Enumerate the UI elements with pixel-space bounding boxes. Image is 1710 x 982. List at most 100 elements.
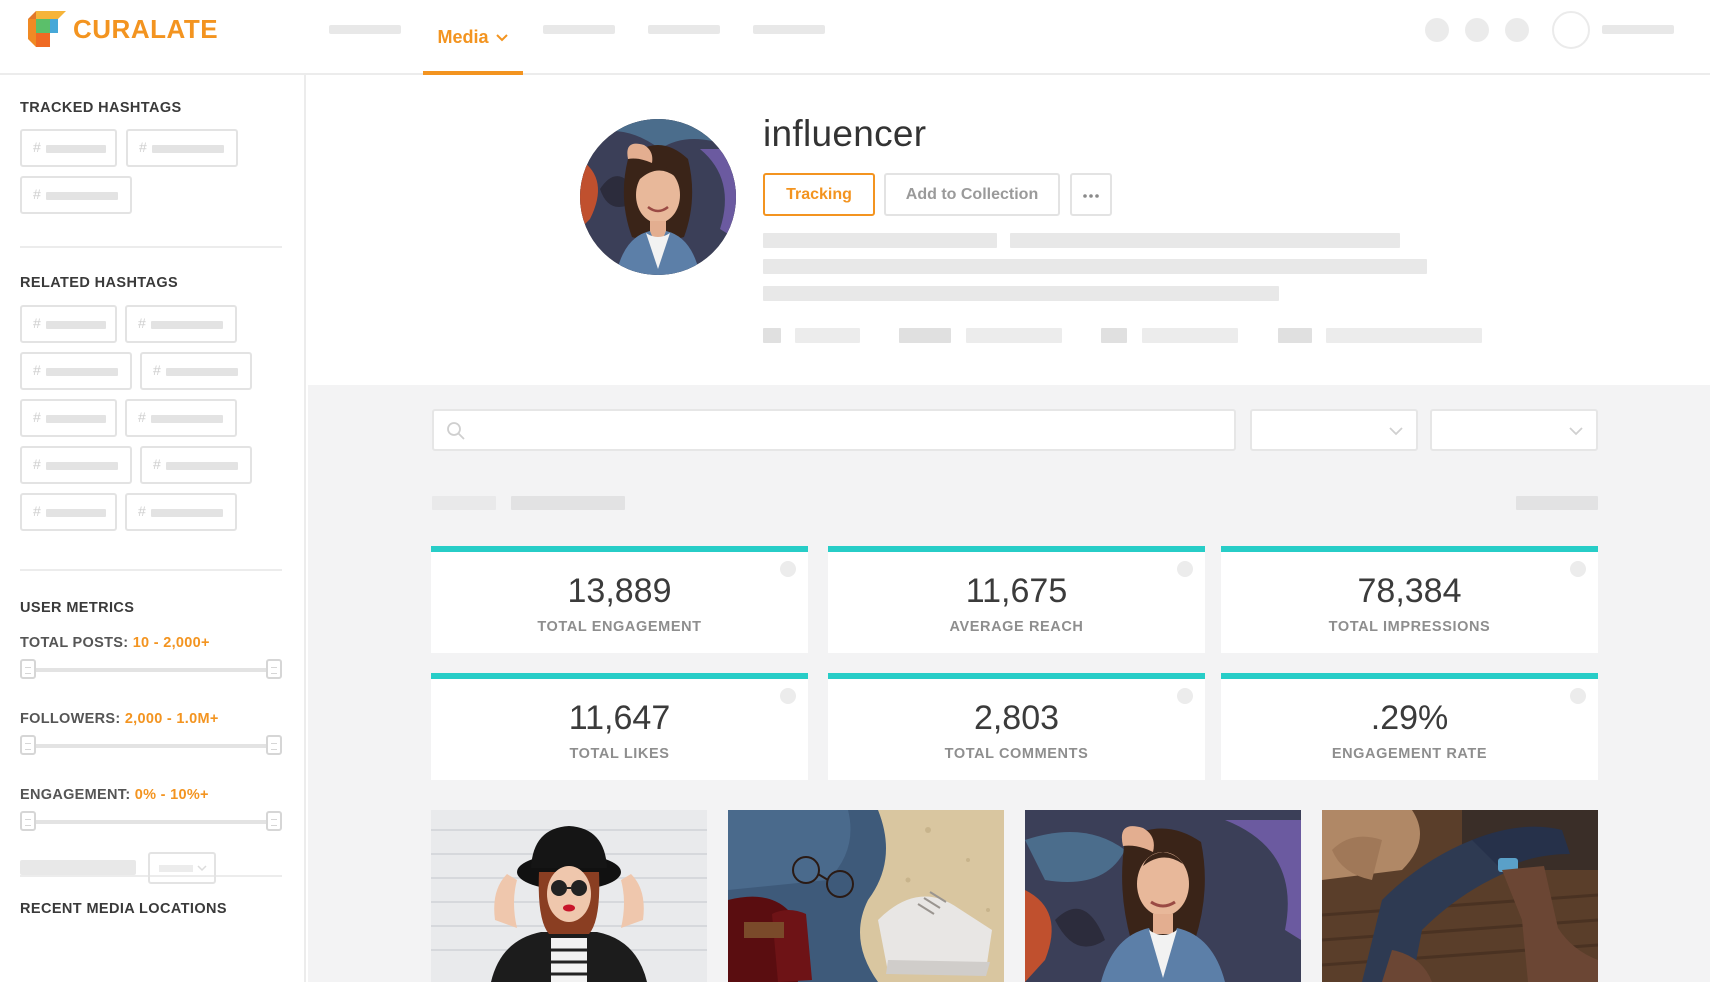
media-photo-beach-items [728, 810, 1004, 982]
stat-card-average-reach: 11,675 AVERAGE REACH [828, 546, 1205, 653]
help-icon[interactable] [1465, 18, 1489, 42]
media-photo-woman-hat [431, 810, 707, 982]
tracked-hashtags-title: TRACKED HASHTAGS [20, 100, 182, 116]
notification-icon[interactable] [1425, 18, 1449, 42]
bio-placeholder-line [763, 286, 1279, 301]
media-photo-influencer-portrait [1025, 810, 1301, 982]
influencer-avatar[interactable] [580, 119, 736, 275]
stat-card-total-impressions: 78,384 TOTAL IMPRESSIONS [1221, 546, 1598, 653]
add-to-collection-button[interactable]: Add to Collection [884, 173, 1060, 216]
chevron-down-icon [1569, 427, 1583, 436]
tracked-hashtag-chip[interactable]: # [20, 176, 132, 214]
stat-value: 78,384 [1357, 572, 1462, 610]
stat-card-total-comments: 2,803 TOTAL COMMENTS [828, 673, 1205, 780]
metric-range-value: 2,000 - 1.0M+ [124, 711, 219, 727]
nav-item-placeholder-1[interactable] [329, 25, 401, 34]
related-hashtags-title: RELATED HASHTAGS [20, 275, 179, 291]
nav-item-media[interactable]: Media [423, 0, 523, 75]
total-posts-label: TOTAL POSTS: 10 - 2,000+ [20, 635, 210, 651]
slider-max-handle[interactable] [266, 659, 282, 679]
hash-icon: # [33, 139, 41, 155]
settings-icon[interactable] [1505, 18, 1529, 42]
search-input[interactable] [474, 417, 1214, 443]
slider-min-handle[interactable] [20, 659, 36, 679]
media-search-box[interactable] [432, 409, 1236, 451]
nav-item-media-label: Media [437, 27, 489, 47]
slider-min-handle[interactable] [20, 811, 36, 831]
stat-card-total-likes: 11,647 TOTAL LIKES [431, 673, 808, 780]
brand-logo[interactable]: CURALATE [28, 11, 218, 47]
metric-name: ENGAGEMENT: [20, 787, 131, 803]
curalate-logo-icon [28, 11, 66, 47]
hash-icon: # [139, 139, 147, 155]
slider-track[interactable] [30, 668, 272, 672]
profile-stat-placeholder [1142, 328, 1238, 343]
hash-icon: # [33, 315, 41, 331]
profile-stat-icon [1101, 328, 1127, 343]
metric-range-value: 10 - 2,000+ [132, 635, 210, 651]
related-hashtag-chip[interactable]: # [140, 446, 252, 484]
related-hashtag-chip[interactable]: # [20, 352, 132, 390]
stat-label: AVERAGE REACH [949, 619, 1084, 635]
bio-placeholder-line [763, 233, 997, 248]
slider-min-handle[interactable] [20, 735, 36, 755]
related-hashtag-chip[interactable]: # [125, 305, 237, 343]
tracking-button[interactable]: Tracking [763, 173, 875, 216]
stat-value: 11,647 [568, 699, 671, 737]
results-placeholder [511, 496, 625, 510]
more-options-button[interactable] [1070, 173, 1112, 216]
tracked-hashtag-chip[interactable]: # [126, 129, 238, 167]
hash-icon: # [33, 186, 41, 202]
hash-icon: # [153, 456, 161, 472]
filter-dropdown-2[interactable] [1430, 409, 1598, 451]
hash-icon: # [138, 315, 146, 331]
slider-track[interactable] [30, 820, 272, 824]
media-thumbnail[interactable] [431, 810, 707, 982]
media-content-area: 13,889 TOTAL ENGAGEMENT 11,675 AVERAGE R… [308, 385, 1710, 982]
app-root: CURALATE Media TRACKED HASHTAGS # # # RE… [0, 0, 1710, 982]
filter-sidebar: TRACKED HASHTAGS # # # RELATED HASHTAGS … [0, 75, 306, 982]
hash-icon: # [33, 456, 41, 472]
nav-item-placeholder-4[interactable] [753, 25, 825, 34]
related-hashtag-chip[interactable]: # [20, 305, 117, 343]
filter-dropdown-1[interactable] [1250, 409, 1418, 451]
related-hashtag-chip[interactable]: # [20, 446, 132, 484]
related-hashtag-chip[interactable]: # [20, 399, 117, 437]
related-hashtag-chip[interactable]: # [20, 493, 117, 531]
followers-slider[interactable] [20, 735, 282, 757]
profile-stat-placeholder [1326, 328, 1482, 343]
slider-max-handle[interactable] [266, 811, 282, 831]
results-placeholder [432, 496, 496, 510]
user-name-placeholder[interactable] [1602, 25, 1674, 34]
nav-item-placeholder-3[interactable] [648, 25, 720, 34]
hash-icon: # [33, 362, 41, 378]
engagement-slider[interactable] [20, 811, 282, 833]
total-posts-slider[interactable] [20, 659, 282, 681]
sidebar-divider [20, 246, 282, 248]
related-hashtag-chip[interactable]: # [140, 352, 252, 390]
media-thumbnail[interactable] [1025, 810, 1301, 982]
slider-max-handle[interactable] [266, 735, 282, 755]
profile-stat-icon [763, 328, 781, 343]
media-thumbnail[interactable] [728, 810, 1004, 982]
profile-stat-icon [1278, 328, 1312, 343]
metric-range-value: 0% - 10%+ [134, 787, 209, 803]
slider-track[interactable] [30, 744, 272, 748]
hash-icon: # [138, 409, 146, 425]
stat-label: ENGAGEMENT RATE [1331, 746, 1488, 762]
user-avatar[interactable] [1552, 11, 1590, 49]
profile-header: influencer Tracking Add to Collection [308, 75, 1710, 385]
related-hashtag-chip[interactable]: # [125, 493, 237, 531]
nav-item-placeholder-2[interactable] [543, 25, 615, 34]
tracked-hashtag-chip[interactable]: # [20, 129, 117, 167]
location-select[interactable] [148, 852, 216, 884]
chevron-down-icon [1389, 427, 1403, 436]
related-hashtag-chip[interactable]: # [125, 399, 237, 437]
followers-label: FOLLOWERS: 2,000 - 1.0M+ [20, 711, 219, 727]
media-thumbnail[interactable] [1322, 810, 1598, 982]
sort-placeholder[interactable] [1516, 496, 1598, 510]
hash-icon: # [153, 362, 161, 378]
metric-name: FOLLOWERS: [20, 711, 121, 727]
stat-value: 2,803 [973, 699, 1060, 737]
engagement-label: ENGAGEMENT: 0% - 10%+ [20, 787, 209, 803]
